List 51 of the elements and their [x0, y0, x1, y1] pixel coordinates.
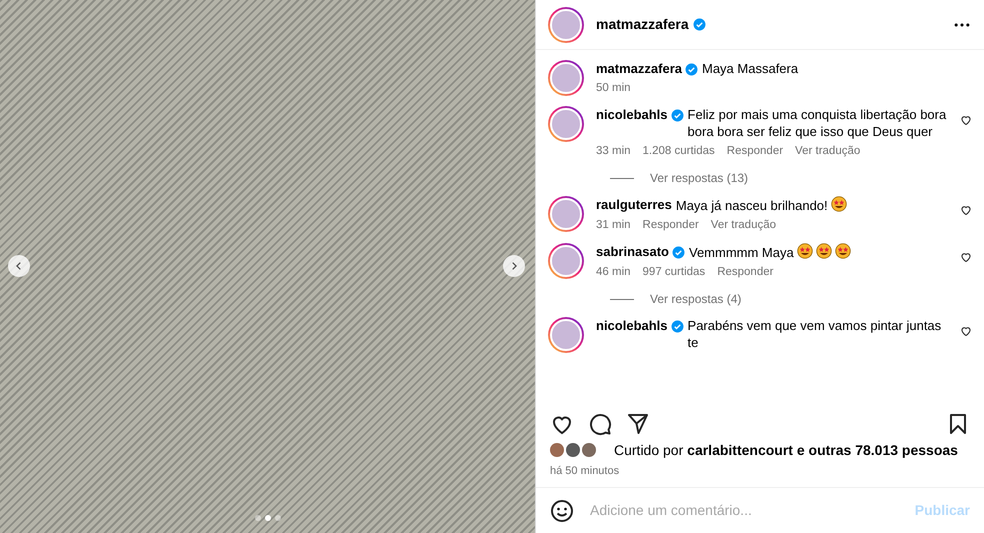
avatar[interactable]: [566, 443, 580, 457]
username[interactable]: matmazzafera: [596, 60, 682, 77]
star-struck-emoji-icon: [796, 243, 813, 259]
likes-summary: Curtido por carlabittencourt e outras 78.013 pessoas: [614, 440, 958, 460]
post-time: há 50 minutos: [550, 464, 620, 476]
star-struck-emoji-icon: [816, 243, 832, 259]
avatar[interactable]: [582, 443, 596, 457]
comment-action-link[interactable]: Ver tradução: [710, 217, 776, 234]
username[interactable]: matmazzafera: [596, 14, 689, 35]
username[interactable]: raulguterres: [596, 196, 672, 213]
comment-text: Maya já nasceu brilhando!: [676, 198, 828, 213]
like-heart-icon[interactable]: [960, 251, 972, 263]
carousel-dot[interactable]: [264, 515, 270, 521]
emoji-smiley-icon[interactable]: [550, 498, 574, 522]
star-struck-emoji-icon: [830, 196, 847, 212]
previous-button[interactable]: [8, 255, 30, 277]
comment-text: Vemmmmm Maya: [688, 245, 794, 260]
comment-text: Parabéns vem que vem vamos pintar juntas te: [688, 318, 942, 350]
timestamp: 46 min: [596, 265, 631, 280]
comment-action-link[interactable]: Responder: [717, 264, 774, 281]
avatar[interactable]: [548, 243, 584, 279]
like-heart-icon[interactable]: [960, 325, 972, 337]
carousel-dot[interactable]: [274, 515, 280, 521]
comment-action-link[interactable]: Ver tradução: [795, 143, 860, 160]
avatar[interactable]: [548, 60, 584, 96]
username[interactable]: nicolebahls: [596, 317, 668, 334]
avatar[interactable]: [548, 6, 584, 42]
star-struck-emoji-icon: [834, 243, 851, 259]
like-heart-icon[interactable]: [960, 114, 972, 126]
comment-text: Feliz por mais uma conquista libertação bora bora bora ser feliz que isso que Deus quer: [688, 107, 946, 139]
avatar[interactable]: [550, 443, 564, 457]
timestamp: 50 min: [596, 81, 631, 96]
view-replies-link[interactable]: Ver respostas (4): [650, 290, 742, 308]
paper-plane-icon[interactable]: [626, 412, 650, 436]
timestamp: 31 min: [596, 218, 631, 233]
comment-action-link[interactable]: Responder: [726, 143, 784, 160]
like-heart-icon[interactable]: [960, 204, 972, 216]
comment-bubble-icon[interactable]: [588, 412, 612, 436]
comment-text: Maya Massafera: [702, 61, 798, 76]
like-count[interactable]: 1.208 curtidas: [642, 143, 715, 160]
username[interactable]: nicolebahls: [596, 106, 668, 123]
next-button[interactable]: [503, 255, 525, 277]
carousel-dot[interactable]: [254, 515, 260, 521]
view-replies-link[interactable]: Ver respostas (13): [650, 169, 748, 187]
comment-action-link[interactable]: Responder: [642, 217, 699, 234]
avatar[interactable]: [548, 196, 584, 232]
username[interactable]: sabrinasato: [596, 243, 669, 260]
like-count[interactable]: 997 curtidas: [642, 264, 706, 281]
timestamp: 33 min: [596, 144, 631, 159]
avatar[interactable]: [548, 317, 584, 353]
avatar[interactable]: [548, 106, 584, 142]
